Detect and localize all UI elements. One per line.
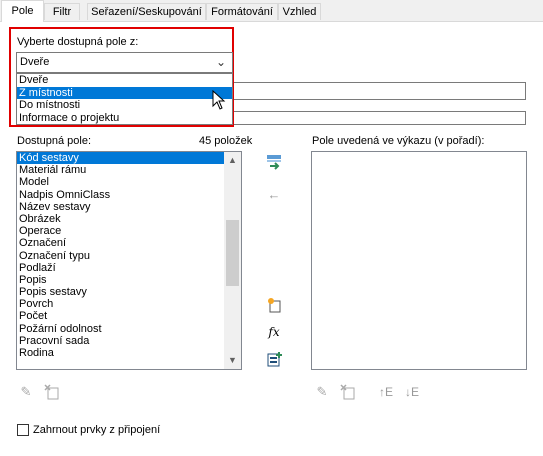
list-item[interactable]: Popis sestavy (17, 286, 241, 298)
scroll-up-icon[interactable]: ▲ (224, 152, 241, 169)
list-item[interactable]: Pracovní sada (17, 335, 241, 347)
list-item[interactable]: Povrch (17, 298, 241, 310)
delete-parameter-icon (44, 384, 59, 400)
new-parameter-button[interactable] (265, 296, 283, 314)
tab-formatting[interactable]: Formátování (206, 3, 278, 20)
available-count: 45 položek (199, 135, 253, 147)
select-from-combobox[interactable]: Dveře ⌄ (16, 52, 233, 73)
tab-label: Seřazení/Seskupování (91, 6, 202, 18)
delete-parameter-button[interactable] (43, 383, 61, 401)
vertical-scrollbar[interactable]: ▲ ▼ (224, 152, 241, 369)
scheduled-fields-list[interactable] (311, 151, 527, 370)
combobox-value: Dveře (20, 56, 50, 68)
partially-hidden-field[interactable] (233, 111, 526, 125)
edit-parameter-icon: ✎ (316, 384, 328, 399)
dropdown-option[interactable]: Dveře (17, 74, 232, 87)
mouse-cursor-icon (212, 90, 226, 110)
select-from-label: Vyberte dostupná pole z: (17, 36, 139, 48)
dropdown-option[interactable]: Do místnosti (17, 99, 232, 112)
list-item[interactable]: Označení typu (17, 250, 241, 262)
tab-bar: Pole Filtr Seřazení/Seskupování Formátov… (0, 0, 543, 22)
dropdown-option[interactable]: Informace o projektu (17, 112, 232, 125)
list-item[interactable]: Obrázek (17, 213, 241, 225)
tab-label: Filtr (52, 6, 72, 18)
combine-parameters-icon (267, 352, 282, 367)
edit-parameter-button[interactable]: ✎ (313, 383, 331, 401)
calculated-value-icon: fx (268, 325, 280, 339)
move-down-button[interactable]: ↓E (403, 383, 421, 401)
include-linked-label[interactable]: Zahrnout prvky z připojení (33, 424, 160, 436)
list-item[interactable]: Materiál rámu (17, 164, 241, 176)
move-up-button[interactable]: ↑E (377, 383, 395, 401)
list-item[interactable]: Označení (17, 237, 241, 249)
dropdown-option[interactable]: Z místnosti (17, 86, 232, 99)
move-up-icon: ↑E (378, 385, 393, 399)
edit-parameter-button[interactable]: ✎ (17, 383, 35, 401)
calculated-value-button[interactable]: fx (265, 323, 283, 341)
tab-filter[interactable]: Filtr (44, 3, 80, 20)
tab-label: Pole (11, 5, 34, 17)
scheduled-fields-label: Pole uvedená ve výkazu (v pořadí): (312, 135, 485, 147)
edit-parameter-icon: ✎ (20, 384, 32, 399)
tab-sorting[interactable]: Seřazení/Seskupování (87, 3, 206, 20)
partially-hidden-field[interactable] (233, 82, 526, 100)
list-item[interactable]: Model (17, 176, 241, 188)
remove-parameter-button[interactable]: ← (265, 185, 283, 203)
select-from-dropdown: Dveře Z místnosti Do místnosti Informace… (16, 73, 233, 125)
list-item[interactable]: Kód sestavy (17, 152, 224, 165)
add-parameter-icon (267, 155, 281, 170)
list-item[interactable]: Požární odolnost (17, 323, 241, 335)
list-item[interactable]: Nadpis OmniClass (17, 189, 241, 201)
tab-label: Formátování (211, 6, 273, 18)
tab-label: Vzhled (282, 6, 317, 18)
delete-parameter-icon (340, 384, 355, 400)
list-item[interactable]: Operace (17, 225, 241, 237)
list-item[interactable]: Rodina (17, 347, 241, 359)
list-item[interactable]: Podlaží (17, 262, 241, 274)
move-down-icon: ↓E (404, 385, 419, 399)
combine-parameters-button[interactable] (265, 350, 283, 368)
list-item[interactable]: Popis (17, 274, 241, 286)
delete-parameter-button[interactable] (339, 383, 357, 401)
scroll-down-icon[interactable]: ▼ (224, 352, 241, 369)
scroll-thumb[interactable] (226, 220, 239, 286)
chevron-down-icon: ⌄ (215, 55, 226, 69)
add-parameter-button[interactable] (265, 153, 283, 171)
available-fields-list[interactable]: Kód sestavy Materiál rámu Model Nadpis O… (16, 151, 242, 370)
include-linked-checkbox[interactable] (17, 424, 29, 436)
list-item[interactable]: Název sestavy (17, 201, 241, 213)
tab-fields[interactable]: Pole (1, 0, 44, 22)
remove-parameter-icon: ← (267, 186, 281, 202)
new-parameter-icon (268, 298, 281, 313)
available-fields-label: Dostupná pole: (17, 135, 91, 147)
list-item[interactable]: Počet (17, 310, 241, 322)
tab-appearance[interactable]: Vzhled (278, 3, 321, 20)
